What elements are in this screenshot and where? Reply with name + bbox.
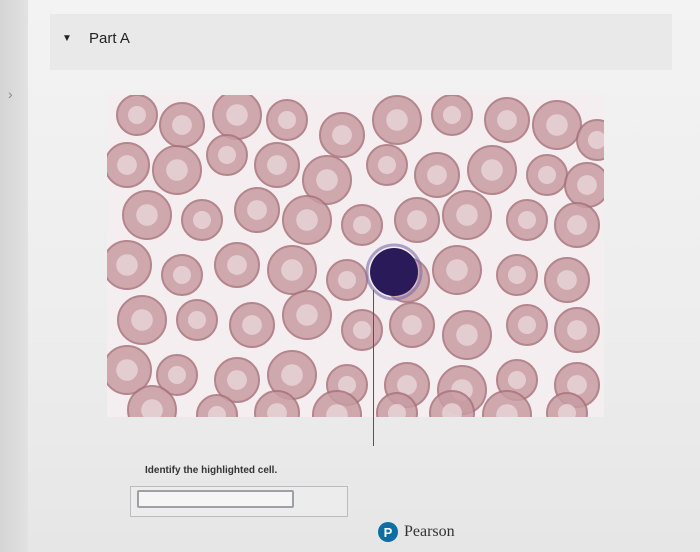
red-blood-cell (161, 254, 203, 296)
red-blood-cell (117, 295, 167, 345)
red-blood-cell (506, 199, 548, 241)
red-blood-cell (159, 102, 205, 148)
red-blood-cell (564, 162, 604, 208)
red-blood-cell (341, 309, 383, 351)
red-blood-cell (394, 197, 440, 243)
red-blood-cell (176, 299, 218, 341)
caret-down-icon[interactable]: ▼ (62, 33, 72, 44)
red-blood-cell (366, 144, 408, 186)
part-header[interactable] (50, 14, 672, 70)
red-blood-cell (442, 190, 492, 240)
question-prompt: Identify the highlighted cell. (145, 465, 278, 476)
leader-line (373, 290, 374, 446)
red-blood-cell (484, 97, 530, 143)
red-blood-cell (214, 242, 260, 288)
red-blood-cell (107, 142, 150, 188)
red-blood-cell (467, 145, 517, 195)
red-blood-cell (282, 195, 332, 245)
left-gutter: › (0, 0, 28, 552)
red-blood-cell (152, 145, 202, 195)
chevron-left-icon[interactable]: › (8, 86, 13, 102)
red-blood-cell (372, 95, 422, 145)
blood-smear-svg (107, 95, 604, 417)
red-blood-cell (212, 95, 262, 140)
brand: P Pearson (378, 522, 455, 542)
blood-smear-image (107, 95, 604, 417)
red-blood-cell (254, 142, 300, 188)
red-blood-cell (229, 302, 275, 348)
red-blood-cell (181, 199, 223, 241)
red-blood-cell (341, 204, 383, 246)
red-blood-cell (282, 290, 332, 340)
red-blood-cell (326, 259, 368, 301)
red-blood-cell (526, 154, 568, 196)
red-blood-cell (496, 254, 538, 296)
red-blood-cell (506, 304, 548, 346)
red-blood-cell (554, 202, 600, 248)
red-blood-cell (414, 152, 460, 198)
highlighted-white-blood-cell (370, 248, 418, 296)
red-blood-cell (267, 245, 317, 295)
red-blood-cell (389, 302, 435, 348)
red-blood-cell (431, 95, 473, 136)
answer-field[interactable] (137, 490, 294, 508)
red-blood-cell (432, 245, 482, 295)
red-blood-cell (319, 112, 365, 158)
red-blood-cell (554, 307, 600, 353)
red-blood-cell (206, 134, 248, 176)
red-blood-cell (442, 310, 492, 360)
part-title: Part A (89, 30, 130, 47)
red-blood-cell (122, 190, 172, 240)
red-blood-cell (116, 95, 158, 136)
red-blood-cell (234, 187, 280, 233)
red-blood-cell (532, 100, 582, 150)
red-blood-cell (107, 240, 152, 290)
red-blood-cell (544, 257, 590, 303)
red-blood-cell (266, 99, 308, 141)
pearson-logo: P (378, 522, 398, 542)
brand-name: Pearson (404, 523, 455, 540)
